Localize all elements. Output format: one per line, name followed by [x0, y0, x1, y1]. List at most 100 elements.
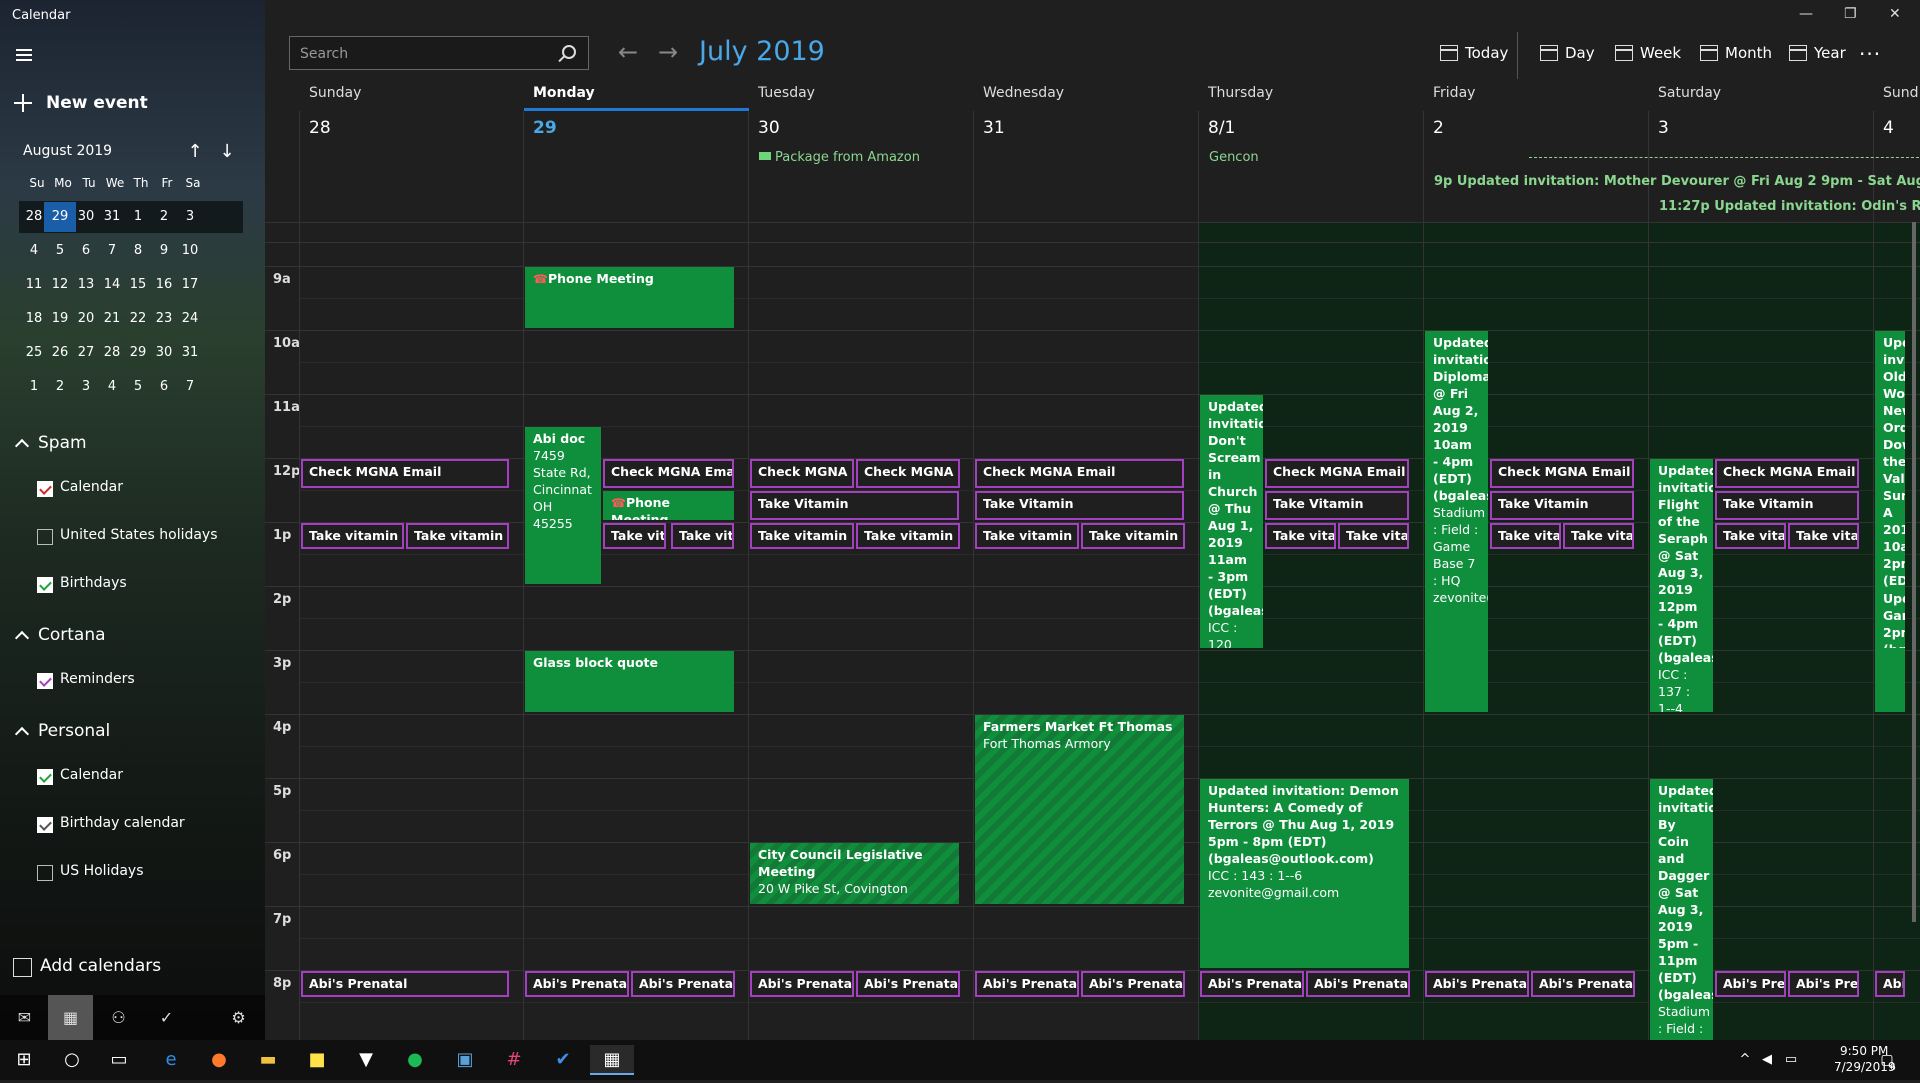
allday-event-invite-2[interactable]: 11:27p Updated invitation: Odin's Redux …: [1659, 199, 1920, 214]
day-date-number[interactable]: 4: [1883, 118, 1894, 138]
people-icon[interactable]: ⚇: [96, 995, 141, 1040]
year-view-button[interactable]: Year: [1789, 44, 1846, 62]
calendar-event[interactable]: Check MGNA Email: [1490, 459, 1634, 488]
day-date-number[interactable]: 28: [309, 118, 331, 138]
spotify-icon[interactable]: ●: [400, 1045, 430, 1075]
calendar-checkbox[interactable]: [37, 865, 53, 881]
calendar-event[interactable]: Check MGNA E: [856, 459, 960, 488]
day-header-sunday[interactable]: Sunday: [309, 85, 361, 101]
search-box[interactable]: [289, 36, 589, 70]
calendar-event[interactable]: Take vita: [1715, 523, 1786, 549]
calendar-event[interactable]: Take vitamin: [301, 523, 404, 549]
day-date-number[interactable]: 8/1: [1208, 118, 1235, 138]
arrow-up-icon[interactable]: ↑: [184, 141, 206, 163]
calendar-checkbox[interactable]: [37, 769, 53, 785]
remote-desktop-icon[interactable]: ▣: [450, 1045, 480, 1075]
calendar-checkbox[interactable]: [37, 481, 53, 497]
calendar-event[interactable]: Take vitamin: [975, 523, 1079, 549]
calendar-event[interactable]: Updated invitatio Don't Scream in Church…: [1200, 395, 1263, 648]
day-date-number[interactable]: 30: [758, 118, 780, 138]
day-date-number[interactable]: 31: [983, 118, 1005, 138]
settings-icon[interactable]: ⚙: [216, 995, 261, 1040]
chevron-up-icon[interactable]: [14, 438, 30, 454]
calendar-event[interactable]: Check MGNA Email: [975, 459, 1184, 488]
minimize-icon[interactable]: —: [1799, 6, 1813, 22]
mini-date-cell[interactable]: 24: [174, 304, 206, 334]
calendar-event[interactable]: Take vita: [671, 523, 734, 549]
calendar-checkbox[interactable]: [37, 529, 53, 545]
calendar-event[interactable]: Take vitamin: [856, 523, 960, 549]
calendar-event[interactable]: Abi doc 7459 State Rd, Cincinnat OH 45255: [525, 427, 601, 584]
calendar-event[interactable]: Check MGNA E: [750, 459, 854, 488]
day-header-wednesday[interactable]: Wednesday: [983, 85, 1064, 101]
calendar-icon[interactable]: ▦: [48, 995, 93, 1040]
fox-app-icon[interactable]: ▼: [351, 1045, 381, 1075]
todo-icon[interactable]: ✓: [144, 995, 189, 1040]
calendar-event[interactable]: Take Vitamin: [975, 491, 1184, 520]
calendar-event[interactable]: Take vitamin: [750, 523, 854, 549]
day-header-thursday[interactable]: Thursday: [1208, 85, 1273, 101]
calendar-event[interactable]: Abi's Prenatal: [525, 971, 629, 997]
restore-icon[interactable]: ❐: [1844, 6, 1857, 22]
calendar-event[interactable]: Abi's Prenatal: [1200, 971, 1304, 997]
todo-app-icon[interactable]: ✔: [548, 1045, 578, 1075]
calendar-event[interactable]: Abi's: [1875, 971, 1905, 997]
calendar-event[interactable]: Check MGNA Email: [301, 459, 509, 488]
day-header-sund[interactable]: Sund: [1883, 85, 1919, 101]
windows-start-icon[interactable]: ⊞: [9, 1045, 39, 1075]
calendar-event[interactable]: Take vitamin: [1081, 523, 1185, 549]
calendar-app-taskbar-icon[interactable]: ▦: [590, 1045, 634, 1075]
calendar-event[interactable]: ☎Phone Meeting: [525, 267, 734, 328]
edge-browser-icon[interactable]: e: [156, 1045, 186, 1075]
group-header-spam[interactable]: Spam: [38, 433, 87, 453]
calendar-event[interactable]: Abi's Prenatal: [1531, 971, 1635, 997]
calendar-event[interactable]: Check MGNA Email: [1265, 459, 1409, 488]
calendar-event[interactable]: Take Vitamin: [1715, 491, 1859, 520]
calendar-event[interactable]: Take vita: [1788, 523, 1859, 549]
calendar-checkbox[interactable]: [37, 817, 53, 833]
chevron-up-icon[interactable]: [14, 726, 30, 742]
mini-date-cell[interactable]: 7: [174, 372, 206, 402]
calendar-event[interactable]: Take vita: [1338, 523, 1409, 549]
chevron-up-icon[interactable]: [14, 630, 30, 646]
today-button[interactable]: Today: [1440, 44, 1508, 62]
day-view-button[interactable]: Day: [1540, 44, 1595, 62]
mini-date-cell[interactable]: 3: [174, 202, 206, 232]
calendar-event[interactable]: ☎Phone Meeting: [603, 491, 734, 520]
hamburger-menu-icon[interactable]: [16, 49, 32, 61]
calendar-event[interactable]: Abi's Prenatal: [856, 971, 960, 997]
add-calendar-icon[interactable]: [13, 958, 32, 977]
file-explorer-icon[interactable]: ▬: [253, 1045, 283, 1075]
calendar-event[interactable]: Abi's Pre: [1715, 971, 1786, 997]
arrow-down-icon[interactable]: ↓: [216, 141, 238, 163]
cortana-search-icon[interactable]: ○: [57, 1045, 87, 1075]
calendar-event[interactable]: Abi's Prenatal: [1081, 971, 1185, 997]
day-header-monday[interactable]: Monday: [533, 85, 595, 101]
month-title[interactable]: July 2019: [699, 36, 825, 67]
notification-icon[interactable]: ▢ 6: [1872, 1045, 1902, 1075]
calendar-event[interactable]: Abi's Prenatal: [975, 971, 1079, 997]
calendar-event[interactable]: Take vita: [1563, 523, 1634, 549]
calendar-event[interactable]: Upda invita Old World New Orde Down the …: [1875, 331, 1905, 712]
calendar-event[interactable]: Take vitamin: [406, 523, 509, 549]
calendar-event[interactable]: Abi's Prenatal: [631, 971, 735, 997]
calendar-checkbox[interactable]: [37, 673, 53, 689]
slack-icon[interactable]: #: [499, 1045, 529, 1075]
calendar-event[interactable]: Take Vitamin: [1490, 491, 1634, 520]
calendar-event[interactable]: Take vita: [603, 523, 666, 549]
allday-event-gencon[interactable]: Gencon: [1209, 150, 1259, 165]
calendar-event[interactable]: Upda Game 2pm (bgalHyatt zevor: [1875, 587, 1905, 648]
sticky-notes-icon[interactable]: ■: [302, 1045, 332, 1075]
day-date-number[interactable]: 2: [1433, 118, 1444, 138]
calendar-event[interactable]: Updated invitation: Demon Hunters: A Com…: [1200, 779, 1409, 968]
allday-event-invite-1[interactable]: 9p Updated invitation: Mother Devourer @…: [1434, 174, 1920, 189]
search-icon[interactable]: [562, 45, 576, 59]
more-options-icon[interactable]: ···: [1859, 42, 1881, 66]
allday-event-package[interactable]: Package from Amazon: [759, 150, 920, 165]
calendar-event[interactable]: Abi's Prenatal: [750, 971, 854, 997]
close-icon[interactable]: ✕: [1889, 6, 1901, 22]
calendar-event[interactable]: Take Vitamin: [750, 491, 959, 520]
search-input[interactable]: [300, 43, 540, 65]
calendar-event[interactable]: Farmers Market Ft Thomas Fort Thomas Armo…: [975, 715, 1184, 904]
day-date-number[interactable]: 29: [533, 118, 557, 138]
